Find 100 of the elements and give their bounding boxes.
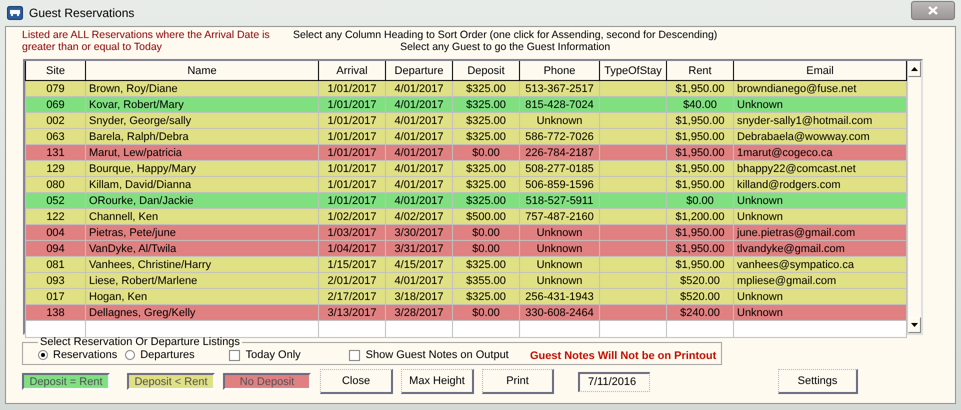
table-cell: 052 <box>46 194 65 206</box>
table-cell: 1/01/2017 <box>328 114 376 126</box>
table-cell: 4/01/2017 <box>394 178 444 190</box>
table-cell: 1marut@cogeco.ca <box>737 146 833 158</box>
column-header[interactable]: Deposit <box>452 61 520 80</box>
column-header[interactable]: Arrival <box>318 61 386 80</box>
legend-swatch: Deposit = Rent <box>22 373 110 390</box>
table-row[interactable]: 131 Marut, Lew/patricia 1/01/2017 4/01/2017 $0.00 226-784-2187 $1,950.00 1marut@cogeco.ca <box>26 144 906 160</box>
table-cell: 4/02/2017 <box>394 210 444 222</box>
table-row[interactable]: 081 Vanhees, Christine/Harry 1/15/2017 4/15/2017 $325.00 Unknown $1,950.00 vanhees@sympatico.ca <box>26 256 906 272</box>
table-cell: Debrabaela@wowway.com <box>737 130 870 142</box>
table-cell: Unknown <box>536 258 582 270</box>
window-title: Guest Reservations <box>29 6 134 20</box>
table-cell: $0.00 <box>686 194 714 206</box>
table-row[interactable]: 094 VanDyke, Al/Twila 1/04/2017 3/31/2017 $0.00 Unknown $1,950.00 tlvandyke@gmail.com <box>26 240 906 256</box>
table-cell: $325.00 <box>466 258 506 270</box>
table-cell: 1/02/2017 <box>328 210 376 222</box>
table-row[interactable]: 052 ORourke, Dan/Jackie 1/01/2017 4/01/2017 $325.00 518-527-5911 $0.00 Unknown <box>26 192 906 208</box>
table-cell: 1/01/2017 <box>328 82 376 94</box>
table-row[interactable]: 080 Killam, David/Dianna 1/01/2017 4/01/2017 $325.00 506-859-1596 $1,950.00 killand@rodgers.com <box>26 176 906 192</box>
table-cell: 1/01/2017 <box>328 194 376 206</box>
max-height-button[interactable]: Max Height <box>401 369 474 394</box>
table-cell: bhappy22@comcast.net <box>737 162 856 174</box>
close-button[interactable] <box>911 0 955 20</box>
table-cell: 4/01/2017 <box>394 162 444 174</box>
table-cell: $1,950.00 <box>676 82 724 94</box>
table-cell: 1/01/2017 <box>328 130 376 142</box>
table-cell: 4/15/2017 <box>394 258 444 270</box>
table-row[interactable]: 002 Snyder, George/sally 1/01/2017 4/01/2017 $325.00 Unknown $1,950.00 snyder-sally1@hotmail.com <box>26 112 906 128</box>
table-cell: $1,950.00 <box>676 242 724 254</box>
table-cell: killand@rodgers.com <box>737 178 840 190</box>
table-cell: 4/01/2017 <box>394 146 444 158</box>
instruction-text: Select any Column Heading to Sort Order (one click for Assending, second for Descending) <box>293 29 718 41</box>
radio-option[interactable]: Reservations <box>38 349 118 361</box>
table-cell: $325.00 <box>466 178 506 190</box>
scrollbar[interactable] <box>907 61 921 333</box>
table-cell: 3/30/2017 <box>394 226 444 238</box>
table-cell: 4/01/2017 <box>394 194 444 206</box>
table-cell: $325.00 <box>466 114 506 126</box>
table-cell: 122 <box>46 210 65 222</box>
table-cell: $325.00 <box>466 162 506 174</box>
table-row[interactable]: 093 Liese, Robert/Marlene 2/01/2017 4/01/2017 $355.00 Unknown $520.00 mpliese@gmail.com <box>26 272 906 288</box>
table-row[interactable]: 122 Channell, Ken 1/02/2017 4/02/2017 $500.00 757-487-2160 $1,200.00 Unknown <box>26 208 906 224</box>
column-header[interactable]: Site <box>26 61 86 80</box>
table-cell: Dellagnes, Greg/Kelly <box>89 306 196 318</box>
column-header[interactable]: Phone <box>520 61 600 80</box>
column-header[interactable]: Departure <box>386 61 452 80</box>
table-cell: Liese, Robert/Marlene <box>89 274 198 286</box>
close-button[interactable]: Close <box>320 369 393 394</box>
group-title: Select Reservation Or Departure Listings <box>39 337 241 348</box>
table-cell: 063 <box>46 130 65 142</box>
table-row[interactable]: 017 Hogan, Ken 2/17/2017 3/18/2017 $325.00 256-431-1943 $520.00 Unknown <box>26 288 906 304</box>
table-cell: 1/04/2017 <box>328 242 376 254</box>
table-cell: 518-527-5911 <box>526 194 594 206</box>
table-row[interactable]: 063 Barela, Ralph/Debra 1/01/2017 4/01/2017 $325.00 586-772-7026 $1,950.00 Debrabaela@wowway.com <box>26 128 906 144</box>
table-cell: $355.00 <box>466 274 506 286</box>
table-cell: 3/13/2017 <box>328 306 376 318</box>
table-cell: Hogan, Ken <box>89 290 148 302</box>
radio-option[interactable]: Departures <box>125 349 195 361</box>
table-cell: 4/01/2017 <box>394 114 444 126</box>
column-header[interactable]: Email <box>734 61 906 80</box>
notice-text: Listed are ALL Reservations where the Arrival Date is greater than or equal to Today <box>22 29 271 55</box>
table-cell: 2/17/2017 <box>328 290 376 302</box>
table-cell: 1/01/2017 <box>328 178 376 190</box>
table-row[interactable]: 129 Bourque, Happy/Mary 1/01/2017 4/01/2017 $325.00 508-277-0185 $1,950.00 bhappy22@comcast.net <box>26 160 906 176</box>
table-cell: 1/15/2017 <box>328 258 376 270</box>
table-cell: 586-772-7026 <box>525 130 594 142</box>
table-cell: 131 <box>46 146 65 158</box>
table-cell: Snyder, George/sally <box>89 114 192 126</box>
table-cell: 1/01/2017 <box>328 98 376 110</box>
table-cell: 3/28/2017 <box>394 306 444 318</box>
table-row[interactable]: 004 Pietras, Pete/june 1/03/2017 3/30/2017 $0.00 Unknown $1,950.00 june.pietras@gmail.com <box>26 224 906 240</box>
table-cell: 4/01/2017 <box>394 130 444 142</box>
table-cell: $0.00 <box>472 226 500 238</box>
table-row[interactable]: 079 Brown, Roy/Diane 1/01/2017 4/01/2017 $325.00 513-367-2517 $1,950.00 browndianego@fuse.net <box>26 80 906 96</box>
table-cell: Unknown <box>536 242 582 254</box>
table-row[interactable]: 069 Kovar, Robert/Mary 1/01/2017 4/01/2017 $325.00 815-428-7024 $40.00 Unknown <box>26 96 906 112</box>
checkbox-option[interactable]: Show Guest Notes on Output <box>348 349 509 361</box>
table-cell: 080 <box>46 178 65 190</box>
table-cell: 330-608-2464 <box>525 306 594 318</box>
date-field[interactable]: 7/11/2016 <box>578 372 650 392</box>
table-cell: $520.00 <box>680 274 720 286</box>
table-cell: 069 <box>46 98 65 110</box>
table-cell: ORourke, Dan/Jackie <box>89 194 194 206</box>
column-header[interactable]: TypeOfStay <box>600 61 666 80</box>
checkbox-option[interactable]: Today Only <box>228 349 301 361</box>
column-header[interactable]: Name <box>86 61 318 80</box>
table-cell: Barela, Ralph/Debra <box>89 130 189 142</box>
table-cell: Kovar, Robert/Mary <box>89 98 184 110</box>
column-header[interactable]: Rent <box>666 61 734 80</box>
table-cell: tlvandyke@gmail.com <box>737 242 845 254</box>
table-cell: $0.00 <box>472 242 500 254</box>
table-cell: $1,950.00 <box>676 258 724 270</box>
table-cell: Unknown <box>536 114 582 126</box>
table-cell: 129 <box>46 162 65 174</box>
table-cell: $1,950.00 <box>676 162 724 174</box>
table-cell: Brown, Roy/Diane <box>89 82 178 94</box>
settings-button[interactable]: Settings <box>778 369 858 394</box>
print-button[interactable]: Print <box>482 369 554 394</box>
table-row[interactable]: 138 Dellagnes, Greg/Kelly 3/13/2017 3/28/2017 $0.00 330-608-2464 $240.00 Unknown <box>26 304 906 320</box>
